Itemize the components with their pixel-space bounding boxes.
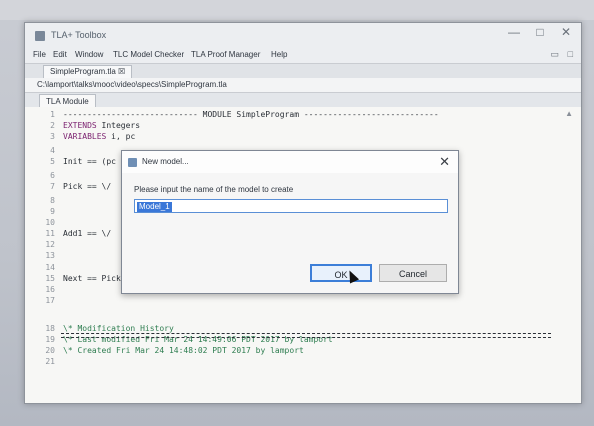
code-line: 4 (37, 146, 63, 157)
close-window-button[interactable]: ✕ (557, 25, 575, 39)
line-number: 17 (45, 296, 55, 305)
ok-button[interactable]: OK (310, 264, 372, 282)
code-text: Integers (96, 121, 141, 130)
maximize-button[interactable]: □ (531, 25, 549, 39)
title-bar: TLA+ Toolbox — □ ✕ (25, 23, 581, 49)
code-line: 2 EXTENDS Integers (37, 121, 140, 132)
new-model-dialog: New model... ✕ Please input the name of … (121, 150, 459, 294)
code-line: 3 VARIABLES i, pc (37, 132, 135, 143)
breadcrumb: C:\lamport\talks\mooc\video\specs\Simple… (25, 78, 581, 93)
code-text: ---------------------------- MODULE Simp… (63, 110, 439, 119)
menu-window[interactable]: Window (75, 50, 103, 59)
line-number: 8 (50, 196, 55, 205)
line-number: 6 (50, 171, 55, 180)
keyword: VARIABLES (63, 132, 107, 141)
dialog-title: New model... (142, 157, 189, 166)
line-number: 13 (45, 251, 55, 260)
menu-help[interactable]: Help (271, 50, 287, 59)
editor-tab-simpleprogram[interactable]: SimpleProgram.tla ☒ (43, 65, 133, 78)
line-number: 16 (45, 285, 55, 294)
line-number: 11 (45, 229, 55, 238)
code-text: i, pc (106, 132, 136, 141)
model-name-value: Model_1 (137, 202, 172, 212)
line-number: 19 (45, 335, 55, 344)
code-text: Pick == \/ (63, 182, 112, 191)
code-line: 6 (37, 171, 63, 182)
code-text: Add1 == \/ (63, 229, 112, 238)
scroll-up-icon[interactable]: ▲ (565, 109, 573, 118)
view-minimize-icon[interactable]: ▭ (550, 49, 559, 60)
code-line: 7 Pick == \/ (37, 182, 111, 193)
module-tab-bar: TLA Module (25, 93, 581, 108)
dialog-title-bar: New model... ✕ (122, 151, 458, 173)
code-line: 5 Init == (pc (37, 157, 116, 168)
minimize-button[interactable]: — (505, 25, 523, 39)
dialog-app-icon (128, 158, 137, 167)
tla-app-icon (35, 31, 45, 41)
code-line: 13 (37, 251, 63, 262)
line-number: 1 (50, 110, 55, 119)
window-title: TLA+ Toolbox (51, 30, 107, 40)
menu-file[interactable]: File (33, 50, 46, 59)
code-line: 8 (37, 196, 63, 207)
comment: \* Modification History (63, 324, 174, 333)
model-name-prompt: Please input the name of the model to cr… (134, 185, 294, 194)
code-line: 20 \* Created Fri Mar 24 14:48:02 PDT 201… (37, 346, 304, 357)
line-number: 10 (45, 218, 55, 227)
tab-tla-module[interactable]: TLA Module (39, 94, 96, 108)
line-number: 3 (50, 132, 55, 141)
comment: \* Created Fri Mar 24 14:48:02 PDT 2017 … (63, 346, 304, 355)
dialog-close-button[interactable]: ✕ (439, 154, 450, 170)
line-number: 2 (50, 121, 55, 130)
line-number: 5 (50, 157, 55, 166)
model-name-input[interactable]: Model_1 (134, 199, 448, 213)
code-line: 11 Add1 == \/ (37, 229, 111, 240)
menu-tlc-model-checker[interactable]: TLC Model Checker (113, 50, 184, 59)
line-number: 9 (50, 207, 55, 216)
view-maximize-icon[interactable]: □ (568, 49, 573, 59)
line-number: 15 (45, 274, 55, 283)
line-number: 14 (45, 263, 55, 272)
code-line: 12 (37, 240, 63, 251)
line-number: 20 (45, 346, 55, 355)
cancel-button[interactable]: Cancel (379, 264, 447, 282)
line-number: 12 (45, 240, 55, 249)
code-line: 1 ---------------------------- MODULE Sim… (37, 110, 439, 121)
code-text: Init == (pc (63, 157, 116, 166)
code-line: 9 (37, 207, 63, 218)
code-line: 21 (37, 357, 63, 368)
editor-tab-bar: SimpleProgram.tla ☒ (25, 63, 581, 78)
code-line: 17 (37, 296, 63, 307)
code-line: 16 (37, 285, 63, 296)
line-number: 21 (45, 357, 55, 366)
menu-tla-proof-manager[interactable]: TLA Proof Manager (191, 50, 260, 59)
projection-edge (0, 0, 594, 20)
keyword: EXTENDS (63, 121, 97, 130)
line-number: 7 (50, 182, 55, 191)
menu-bar: File Edit Window TLC Model Checker TLA P… (25, 49, 581, 63)
line-number: 4 (50, 146, 55, 155)
menu-edit[interactable]: Edit (53, 50, 67, 59)
line-number: 18 (45, 324, 55, 333)
code-line: 14 (37, 263, 63, 274)
module-end-rule (61, 333, 551, 338)
code-line: 10 (37, 218, 63, 229)
